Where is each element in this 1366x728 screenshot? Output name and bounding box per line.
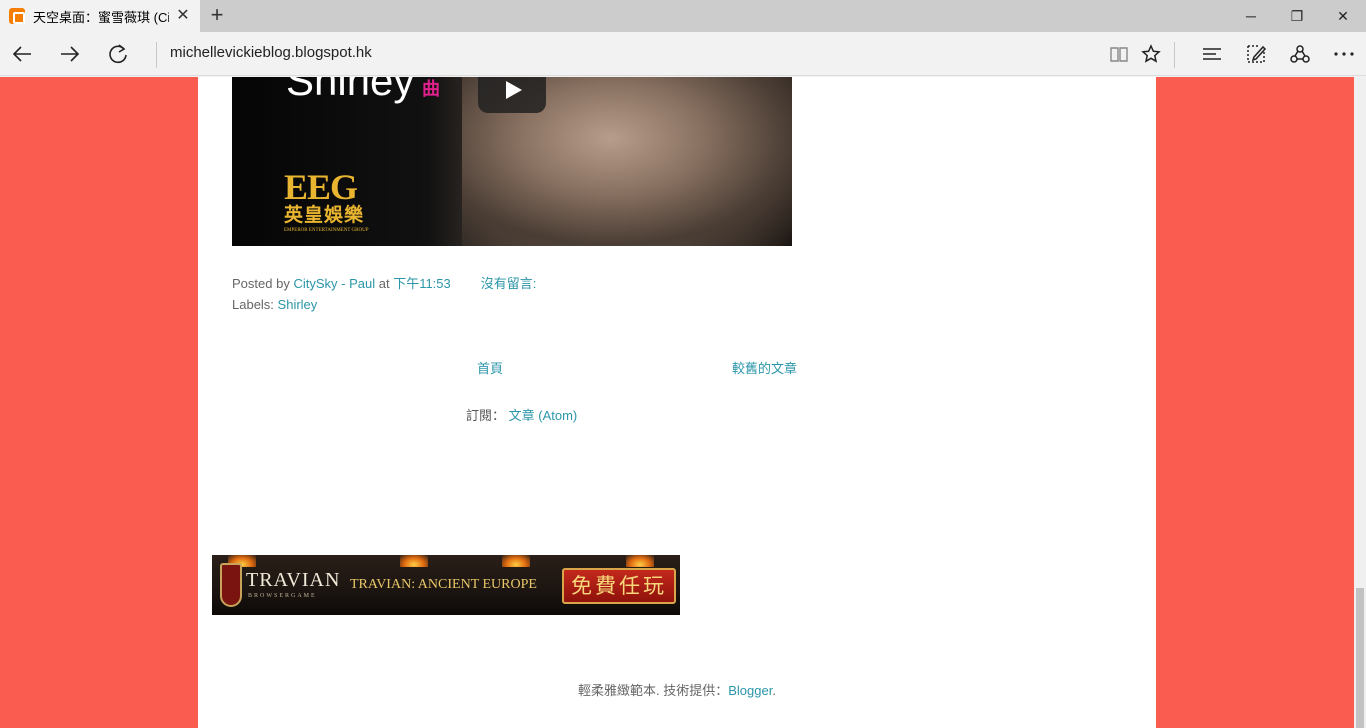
post-time-link[interactable]: 下午11:53 — [393, 273, 451, 294]
post-byline: Posted by CitySky - Paul at 下午11:53 沒有留言… — [232, 273, 536, 294]
home-link[interactable]: 首頁 — [477, 358, 503, 377]
back-arrow-icon[interactable] — [6, 38, 38, 70]
author-link[interactable]: CitySky - Paul — [293, 273, 375, 294]
window-close-button[interactable]: ✕ — [1320, 0, 1366, 32]
scrollbar-thumb[interactable] — [1356, 588, 1364, 728]
torch-fire-icon — [626, 555, 654, 567]
favorite-star-icon[interactable] — [1135, 38, 1167, 70]
eeg-logo-mark: EEG — [284, 167, 358, 207]
eeg-logo-english: EMPEROR ENTERTAINMENT GROUP — [284, 228, 369, 233]
travian-shield-icon — [220, 563, 242, 607]
restore-button[interactable]: ❐ — [1274, 0, 1320, 32]
embedded-video[interactable]: Shirley 曲 EEG 英皇娛樂 EMPEROR ENTERTAINMENT… — [232, 77, 792, 246]
label-link-shirley[interactable]: Shirley — [278, 294, 318, 315]
posted-by-label: Posted by — [232, 276, 290, 291]
post-labels: Labels: Shirley — [232, 294, 536, 315]
browser-tab[interactable]: 天空桌面：蜜雪薇琪 (Ci ✕ — [0, 0, 200, 32]
tab-title: 天空桌面：蜜雪薇琪 (Ci — [33, 9, 169, 25]
atom-feed-link[interactable]: 文章 (Atom) — [509, 408, 578, 423]
blog-content: Shirley 曲 EEG 英皇娛樂 EMPEROR ENTERTAINMENT… — [198, 77, 1156, 728]
blogger-link[interactable]: Blogger — [728, 683, 772, 698]
share-icon[interactable] — [1284, 38, 1316, 70]
attribution-suffix: . — [772, 683, 776, 698]
toolbar-separator — [1174, 42, 1175, 68]
eeg-logo-chinese: 英皇娛樂 — [284, 205, 365, 226]
ad-brand-sub: BROWSERGAME — [248, 593, 317, 599]
travian-ad-banner[interactable]: TRAVIAN BROWSERGAME TRAVIAN: ANCIENT EUR… — [212, 555, 680, 615]
at-label: at — [378, 276, 390, 291]
feed-prefix: 訂閱： — [466, 408, 506, 423]
video-subtitle: 曲 — [422, 79, 440, 99]
attribution: 輕柔雅緻範本. 技術提供：Blogger. — [578, 680, 776, 699]
post-footer: Posted by CitySky - Paul at 下午11:53 沒有留言… — [232, 273, 536, 315]
navigation-bar: michellevickieblog.blogspot.hk — [0, 32, 1366, 76]
comments-link[interactable]: 沒有留言: — [481, 273, 537, 294]
torch-fire-icon — [400, 555, 428, 567]
torch-fire-icon — [502, 555, 530, 567]
eeg-logo: EEG 英皇娛樂 EMPEROR ENTERTAINMENT GROUP — [284, 169, 369, 234]
play-icon[interactable] — [478, 77, 546, 113]
video-title: Shirley — [286, 77, 415, 104]
hub-icon[interactable] — [1196, 38, 1228, 70]
address-separator — [156, 42, 157, 68]
feed-subscribe: 訂閱： 文章 (Atom) — [466, 405, 577, 424]
blogger-favicon-icon — [9, 8, 25, 24]
reading-view-icon[interactable] — [1103, 38, 1135, 70]
tab-bar: 天空桌面：蜜雪薇琪 (Ci ✕ + ─ ❐ ✕ — [0, 0, 1366, 32]
close-tab-icon[interactable]: ✕ — [174, 7, 192, 25]
more-icon[interactable] — [1328, 38, 1360, 70]
forward-arrow-icon[interactable] — [54, 38, 86, 70]
ad-title: TRAVIAN: ANCIENT EUROPE — [350, 577, 537, 592]
page-viewport: Shirley 曲 EEG 英皇娛樂 EMPEROR ENTERTAINMENT… — [0, 77, 1354, 728]
refresh-icon[interactable] — [102, 38, 134, 70]
older-posts-link[interactable]: 較舊的文章 — [732, 358, 797, 377]
minimize-button[interactable]: ─ — [1228, 0, 1274, 32]
attribution-text: 輕柔雅緻範本. 技術提供： — [578, 683, 729, 698]
labels-prefix: Labels: — [232, 297, 274, 312]
ad-brand: TRAVIAN — [246, 569, 341, 591]
address-bar[interactable]: michellevickieblog.blogspot.hk — [170, 44, 372, 61]
ad-play-free-button[interactable]: 免費任玩 — [562, 568, 676, 604]
web-note-icon[interactable] — [1240, 38, 1272, 70]
new-tab-button[interactable]: + — [206, 4, 228, 27]
